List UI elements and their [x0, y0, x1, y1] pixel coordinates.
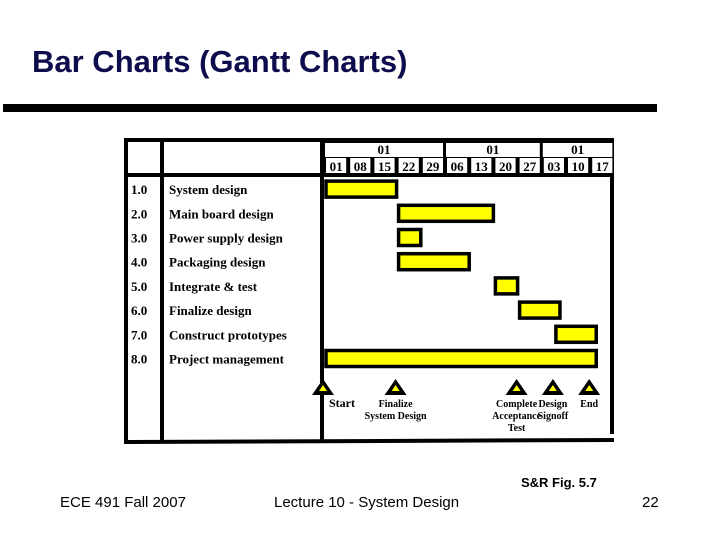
milestone: Start	[312, 379, 355, 410]
task-name: Construct prototypes	[169, 327, 287, 342]
week-header-label: 15	[378, 159, 392, 174]
gantt-chart: 01 01 01 01 08 15 22 29 06 13 20 27 03 10 17 1.0 System…	[123, 138, 615, 444]
milestone: End	[578, 379, 601, 410]
task-name: Finalize design	[169, 303, 252, 318]
task-name: Project management	[169, 352, 285, 367]
milestone: CompleteAcceptanceTest	[492, 379, 542, 434]
task-rows: 1.0 System design 2.0 Main board design 3.0 P…	[131, 182, 287, 366]
milestone-label: Test	[508, 423, 526, 434]
week-header-label: 03	[547, 159, 561, 174]
task-name: Packaging design	[169, 255, 266, 270]
milestones: Start FinalizeSystem Design CompleteAccept…	[312, 379, 601, 434]
week-header-label: 10	[572, 159, 585, 174]
week-header-label: 22	[402, 159, 415, 174]
task-id: 5.0	[131, 279, 147, 294]
task-id: 1.0	[131, 182, 147, 197]
task-id: 6.0	[131, 303, 147, 318]
milestone-label: End	[580, 399, 598, 410]
task-bar	[554, 324, 599, 345]
task-bars	[324, 179, 599, 369]
task-id: 3.0	[131, 231, 147, 246]
milestone-label: Finalize	[379, 399, 413, 410]
task-bar	[324, 179, 399, 199]
week-header-label: 17	[596, 159, 610, 174]
week-header-label: 29	[426, 159, 440, 174]
month-header-label: 01	[486, 142, 499, 157]
milestone: FinalizeSystem Design	[365, 379, 427, 422]
task-bar	[517, 300, 562, 320]
task-name: System design	[169, 182, 248, 197]
footer-course: ECE 491 Fall 2007	[60, 494, 186, 511]
footer-lecture: Lecture 10 - System Design	[274, 494, 460, 511]
month-header-label: 01	[571, 142, 584, 157]
milestone-label: Start	[329, 396, 355, 410]
task-name: Integrate & test	[169, 279, 258, 294]
milestone-label: Design	[538, 399, 567, 410]
week-header-label: 20	[499, 159, 512, 174]
task-bar	[493, 276, 520, 296]
task-bar	[324, 348, 598, 369]
week-header-label: 13	[475, 159, 489, 174]
page-number: 22	[642, 494, 659, 511]
week-header-label: 01	[330, 159, 343, 174]
date-header: 01 01 01 01 08 15 22 29 06 13 20 27 03 10 17	[322, 140, 613, 174]
task-bar	[396, 251, 471, 272]
milestone-label: System Design	[365, 411, 427, 422]
task-bar	[396, 203, 496, 224]
milestone-label: Signoff	[538, 411, 569, 422]
task-id: 4.0	[131, 255, 147, 270]
task-id: 7.0	[131, 327, 147, 342]
task-name: Power supply design	[169, 231, 284, 246]
task-bar	[396, 227, 423, 248]
task-name: Main board design	[169, 206, 275, 221]
month-header-label: 01	[378, 142, 391, 157]
milestone-label: Complete	[496, 399, 538, 410]
week-header-label: 27	[523, 159, 537, 174]
week-header-label: 06	[451, 159, 465, 174]
task-id: 2.0	[131, 206, 147, 221]
task-id: 8.0	[131, 352, 147, 367]
milestone: DesignSignoff	[538, 379, 569, 422]
week-header-label: 08	[354, 159, 368, 174]
figure-reference: S&R Fig. 5.7	[521, 475, 597, 490]
frame-bottom-border	[123, 438, 615, 444]
milestone-label: Acceptance	[492, 411, 541, 422]
